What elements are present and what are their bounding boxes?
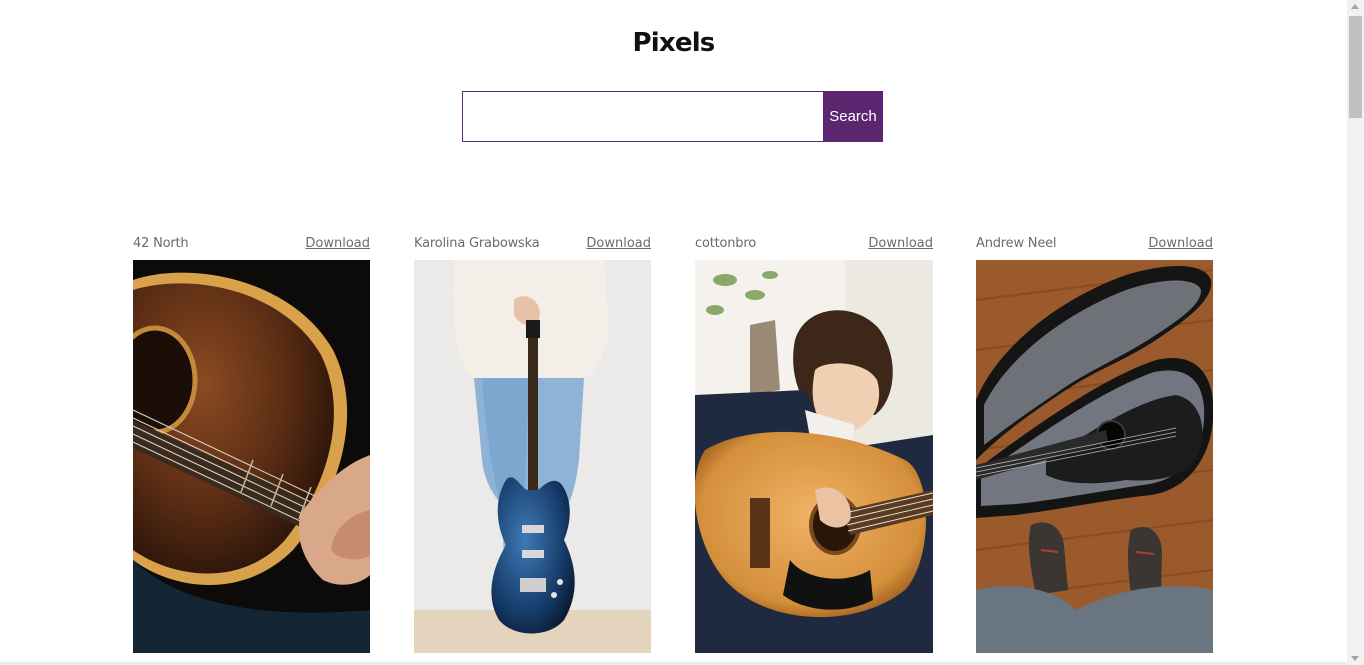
scroll-up-icon[interactable] — [1351, 4, 1359, 9]
photo-card-header: 42 North Download — [133, 236, 370, 260]
scroll-down-icon[interactable] — [1351, 656, 1359, 661]
scrollbar-thumb[interactable] — [1349, 16, 1362, 118]
photo-boy-playing-guitar[interactable] — [695, 260, 933, 653]
search-form: Search — [462, 91, 883, 142]
photographer-name: cottonbro — [695, 236, 756, 251]
search-button[interactable]: Search — [823, 91, 883, 142]
photo-card: cottonbro Download — [695, 236, 933, 653]
photo-card: 42 North Download — [133, 236, 370, 653]
photo-card: Andrew Neel Download — [976, 236, 1213, 653]
download-link[interactable]: Download — [305, 236, 370, 251]
photo-acoustic-guitar-closeup[interactable] — [133, 260, 370, 653]
photo-card-header: Andrew Neel Download — [976, 236, 1213, 260]
download-link[interactable]: Download — [586, 236, 651, 251]
vertical-scrollbar[interactable] — [1347, 0, 1364, 665]
photo-card: Karolina Grabowska Download — [414, 236, 651, 653]
photo-electric-guitar-person[interactable] — [414, 260, 651, 653]
photographer-name: Andrew Neel — [976, 236, 1057, 251]
search-input[interactable] — [462, 91, 823, 142]
page-title: Pixels — [632, 28, 716, 58]
photographer-name: 42 North — [133, 236, 189, 251]
photographer-name: Karolina Grabowska — [414, 236, 540, 251]
photo-grid: 42 North Download Karolina Grabowska Dow… — [133, 236, 1257, 653]
download-link[interactable]: Download — [868, 236, 933, 251]
photo-guitar-in-case[interactable] — [976, 260, 1213, 653]
page: Pixels Search 42 North Download Karolina… — [0, 0, 1347, 665]
photo-card-header: Karolina Grabowska Download — [414, 236, 651, 260]
photo-card-header: cottonbro Download — [695, 236, 933, 260]
download-link[interactable]: Download — [1148, 236, 1213, 251]
